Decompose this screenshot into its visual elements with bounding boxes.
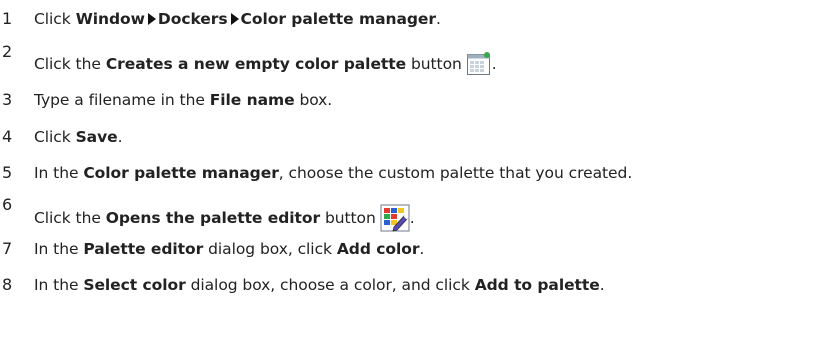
menu-arrow-icon xyxy=(230,13,239,25)
ui-term: Add to palette xyxy=(474,276,600,294)
step-number: 5 xyxy=(2,163,13,182)
step-number: 1 xyxy=(2,9,13,28)
step-text: Click Window Dockers Color palette manag… xyxy=(34,9,441,29)
step-number: 6 xyxy=(2,195,13,214)
step-number: 8 xyxy=(2,275,13,294)
step-text-plain: button xyxy=(406,55,462,73)
procedure-steps: 1 Click Window Dockers Color palette man… xyxy=(0,0,822,345)
new-palette-icon xyxy=(466,51,492,77)
menu-color-palette-manager: Color palette manager xyxy=(240,10,437,28)
step-text: In the Color palette manager , choose th… xyxy=(34,163,632,183)
step-text-plain: In the xyxy=(34,164,84,182)
step-text-plain: button xyxy=(320,209,376,227)
step-text: In the Select color dialog box, choose a… xyxy=(34,275,605,295)
ui-term: Creates a new empty color palette xyxy=(105,55,407,73)
step-text-plain: In the xyxy=(34,240,84,258)
step-text-plain: dialog box, choose a color, and click xyxy=(185,276,475,294)
step-text-plain: In the xyxy=(34,276,84,294)
menu-arrow-icon xyxy=(147,13,156,25)
ui-term: Opens the palette editor xyxy=(105,209,321,227)
ui-term: Save xyxy=(75,128,118,146)
step-text-plain: Click xyxy=(34,10,71,28)
step-text-plain: dialog box, click xyxy=(203,240,337,258)
step-number: 7 xyxy=(2,239,13,258)
ui-term: Add color xyxy=(336,240,420,258)
step-text-plain: Type a filename in the xyxy=(34,91,210,109)
step-text-plain: box. xyxy=(294,91,333,109)
step-text-end: . xyxy=(436,10,441,28)
step-text: Click the Creates a new empty color pale… xyxy=(34,51,497,77)
menu-dockers: Dockers xyxy=(157,10,228,28)
step-text-end: . xyxy=(409,209,415,227)
ui-term: Palette editor xyxy=(83,240,204,258)
step-text-plain: Click the xyxy=(34,209,106,227)
step-text-end: . xyxy=(491,55,497,73)
ui-term: File name xyxy=(209,91,295,109)
step-text: Type a filename in the File name box. xyxy=(34,90,332,110)
step-text-end: . xyxy=(419,240,425,258)
step-number: 4 xyxy=(2,127,13,146)
step-text: Click Save . xyxy=(34,127,123,147)
palette-editor-icon xyxy=(380,204,410,232)
step-text: In the Palette editor dialog box, click … xyxy=(34,239,424,259)
menu-window: Window xyxy=(75,10,145,28)
step-text-plain: , choose the custom palette that you cre… xyxy=(278,164,633,182)
step-text: Click the Opens the palette editor butto… xyxy=(34,204,415,232)
step-number: 2 xyxy=(2,42,13,61)
step-number: 3 xyxy=(2,90,13,109)
step-text-end: . xyxy=(117,128,123,146)
ui-term: Select color xyxy=(83,276,186,294)
step-text-plain: Click xyxy=(34,128,76,146)
ui-term: Color palette manager xyxy=(83,164,279,182)
step-text-plain: Click the xyxy=(34,55,101,73)
step-text-end: . xyxy=(599,276,605,294)
